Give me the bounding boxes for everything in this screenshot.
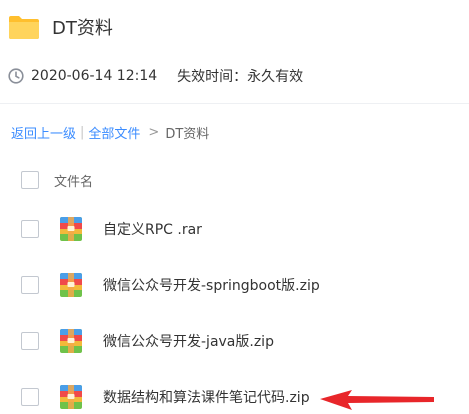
- file-row[interactable]: 微信公众号开发-java版.zip: [0, 313, 469, 369]
- column-header-filename: 文件名: [54, 174, 94, 190]
- row-checkbox[interactable]: [21, 276, 39, 294]
- clock-icon: [8, 68, 24, 84]
- archive-icon: [60, 329, 82, 353]
- folder-meta: 2020-06-14 12:14 失效时间： 永久有效: [8, 66, 303, 86]
- file-name[interactable]: 微信公众号开发-springboot版.zip: [103, 275, 320, 295]
- share-date: 2020-06-14 12:14: [31, 68, 158, 84]
- file-name[interactable]: 自定义RPC .rar: [103, 219, 202, 239]
- file-list-header: 文件名: [0, 162, 469, 198]
- breadcrumb-arrow: >: [148, 124, 160, 140]
- red-arrow-annotation: [320, 390, 434, 410]
- file-row[interactable]: 微信公众号开发-springboot版.zip: [0, 257, 469, 313]
- divider: [0, 103, 469, 104]
- expiry-label: 失效时间：: [177, 69, 248, 85]
- breadcrumb: 返回上一级 | 全部文件 > DT资料: [11, 123, 210, 142]
- expiry-value: 永久有效: [247, 69, 304, 85]
- archive-icon: [60, 217, 82, 241]
- all-files-link[interactable]: 全部文件: [88, 123, 140, 142]
- file-name[interactable]: 微信公众号开发-java版.zip: [103, 331, 274, 351]
- breadcrumb-separator: |: [80, 124, 85, 140]
- row-checkbox[interactable]: [21, 332, 39, 350]
- file-name[interactable]: 数据结构和算法课件笔记代码.zip: [103, 387, 310, 407]
- share-page: DT资料 2020-06-14 12:14 失效时间： 永久有效 返回上一级 |…: [0, 0, 469, 414]
- back-link[interactable]: 返回上一级: [11, 123, 76, 142]
- breadcrumb-current: DT资料: [165, 126, 210, 142]
- select-all-checkbox[interactable]: [21, 171, 39, 189]
- row-checkbox[interactable]: [21, 388, 39, 406]
- row-checkbox[interactable]: [21, 220, 39, 238]
- folder-title: DT资料: [52, 18, 113, 39]
- folder-header: DT资料: [8, 12, 113, 42]
- folder-icon: [9, 16, 39, 39]
- file-row[interactable]: 自定义RPC .rar: [0, 201, 469, 257]
- archive-icon: [60, 385, 82, 409]
- archive-icon: [60, 273, 82, 297]
